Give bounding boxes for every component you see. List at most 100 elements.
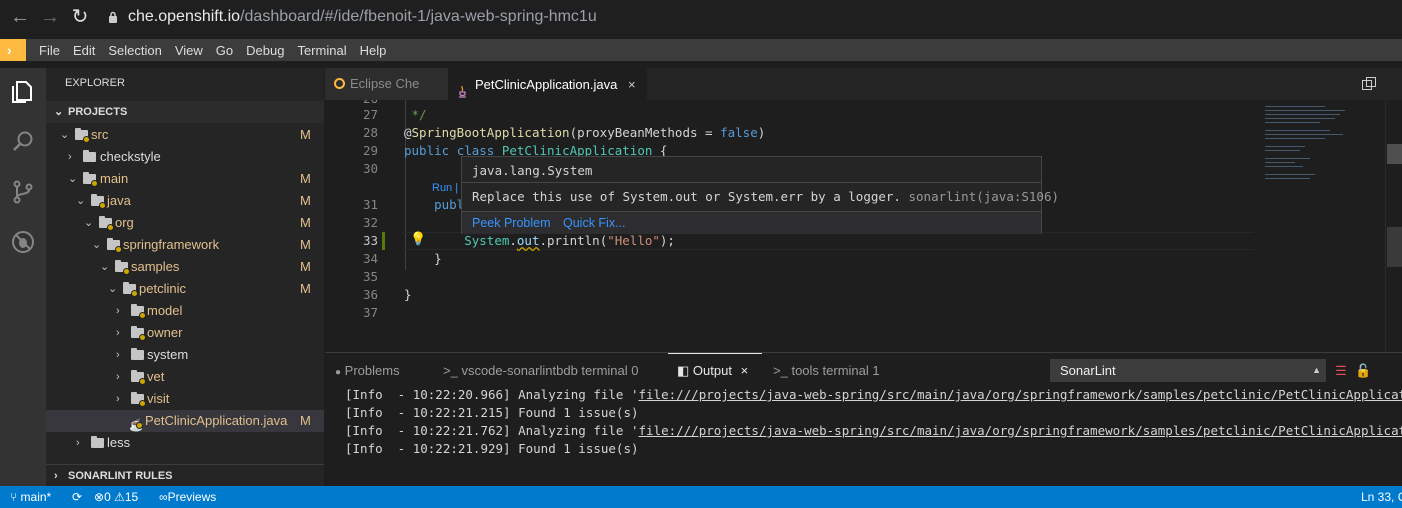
code-line-println: System.out.println("Hello"); <box>464 233 675 248</box>
output-channel-select[interactable]: SonarLint ▲ <box>1050 359 1326 382</box>
explorer-sidebar: EXPLORER ⌄ PROJECTS ⌄ src M › checkstyle ⌄ ma… <box>46 68 324 486</box>
warning-dot-icon <box>139 400 146 407</box>
lock-icon <box>108 11 118 23</box>
modified-line-marker <box>382 232 385 250</box>
activity-bar <box>0 68 46 486</box>
code-line: } <box>404 287 412 302</box>
code-line: } <box>404 251 442 266</box>
chevron-right-icon: › <box>116 393 120 405</box>
line-number: 35 <box>362 269 378 284</box>
output-icon: ◧ <box>677 363 690 378</box>
tree-item-springframework[interactable]: ⌄ springframework M <box>46 234 324 256</box>
quick-fix-link[interactable]: Quick Fix... <box>563 216 626 230</box>
sync-icon[interactable]: ⟳ <box>72 486 82 508</box>
code-editor[interactable]: 26 * 27 */ 28 @SpringBootApplication(pro… <box>325 100 1385 352</box>
tree-item-org[interactable]: ⌄ org M <box>46 212 324 234</box>
tab-tools-terminal[interactable]: >_ tools terminal 1 <box>773 363 880 378</box>
menu-edit[interactable]: Edit <box>73 43 95 58</box>
che-logo-icon: › <box>0 39 26 61</box>
explorer-title: EXPLORER <box>65 77 125 89</box>
tree-item-vet[interactable]: › vet <box>46 366 324 388</box>
chevron-right-icon: › <box>116 349 120 361</box>
warning-icon: ⚠ <box>114 490 125 504</box>
tree-item-java[interactable]: ⌄ java M <box>46 190 324 212</box>
split-editor-icon[interactable] <box>1361 76 1377 92</box>
menu-debug[interactable]: Debug <box>246 43 284 58</box>
tree-item-samples[interactable]: ⌄ samples M <box>46 256 324 278</box>
minimap[interactable] <box>1255 100 1385 270</box>
source-control-icon[interactable] <box>9 178 37 206</box>
error-icon: ⊗ <box>94 490 105 504</box>
menu-view[interactable]: View <box>175 43 203 58</box>
tab-eclipse-che[interactable]: Eclipse Che <box>325 68 448 100</box>
folder-icon <box>91 436 104 448</box>
line-number: 31 <box>362 197 378 212</box>
menu-terminal[interactable]: Terminal <box>297 43 346 58</box>
output-line: [Info - 10:22:21.215] Found 1 issue(s) <box>345 405 639 420</box>
scrollbar-thumb[interactable] <box>1387 144 1402 164</box>
chevron-right-icon: › <box>116 371 120 383</box>
cursor-position[interactable]: Ln 33, C <box>1361 486 1402 508</box>
che-icon <box>334 78 345 89</box>
tab-problems[interactable]: ● Problems <box>335 363 400 378</box>
close-output-icon[interactable]: × <box>741 363 749 378</box>
chevron-down-icon: ⌄ <box>76 195 86 207</box>
peek-problem-link[interactable]: Peek Problem <box>472 216 551 230</box>
warning-dot-icon <box>115 246 122 253</box>
code-line: */ <box>404 107 427 122</box>
explorer-icon[interactable] <box>9 78 37 106</box>
chevron-down-icon: ⌄ <box>84 217 94 229</box>
tree-item-less[interactable]: › less <box>46 432 324 454</box>
problems-count[interactable]: ⊗0 ⚠15 <box>94 486 138 508</box>
previews-button[interactable]: ∞Previews <box>159 486 216 508</box>
warning-dot-icon <box>91 180 98 187</box>
close-tab-icon[interactable]: × <box>628 69 636 101</box>
info-icon: ● <box>335 367 342 378</box>
tab-sonarlint-terminal[interactable]: >_ vscode-sonarlintbdb terminal 0 <box>443 363 639 378</box>
menu-go[interactable]: Go <box>216 43 233 58</box>
code-line-annotation: @SpringBootApplication(proxyBeanMethods … <box>404 125 766 140</box>
warning-dot-icon <box>139 334 146 341</box>
debug-icon[interactable] <box>9 228 37 256</box>
tree-item-src[interactable]: ⌄ src M <box>46 124 324 146</box>
sonarlint-rules-section-header[interactable]: › SONARLINT RULES <box>46 464 324 486</box>
menu-selection[interactable]: Selection <box>108 43 161 58</box>
tree-item-system[interactable]: › system <box>46 344 324 366</box>
tree-item-main[interactable]: ⌄ main M <box>46 168 324 190</box>
line-number: 32 <box>362 215 378 230</box>
git-branch[interactable]: ⑂ main* <box>10 486 51 508</box>
tree-item-owner[interactable]: › owner <box>46 322 324 344</box>
menu-help[interactable]: Help <box>360 43 387 58</box>
select-arrows-icon: ▲ <box>1312 365 1321 375</box>
chevron-right-icon: › <box>68 151 72 163</box>
tree-item-visit[interactable]: › visit <box>46 388 324 410</box>
forward-arrow-icon[interactable]: → <box>40 7 60 27</box>
hover-message: Replace this use of System.out or System… <box>472 189 1060 204</box>
chevron-down-icon: ⌄ <box>108 283 118 295</box>
address-bar[interactable]: che.openshift.io/dashboard/#/ide/fbenoit… <box>128 8 597 26</box>
warning-dot-icon <box>139 312 146 319</box>
hover-popup: java.lang.System Replace this use of Sys… <box>461 156 1059 234</box>
lock-scroll-icon[interactable]: 🔓 <box>1355 363 1371 379</box>
warning-dot-icon <box>83 136 90 143</box>
line-number: 36 <box>362 287 378 302</box>
clear-output-icon[interactable]: ☰ <box>1333 363 1349 379</box>
editor-scrollbar[interactable] <box>1385 100 1402 352</box>
tree-item-petclinic[interactable]: ⌄ petclinic M <box>46 278 324 300</box>
projects-section-header[interactable]: ⌄ PROJECTS <box>46 101 324 123</box>
tree-item-model[interactable]: › model <box>46 300 324 322</box>
codelens-run[interactable]: Run | <box>432 182 458 194</box>
warning-dot-icon <box>123 268 130 275</box>
scrollbar-thumb[interactable] <box>1387 227 1402 267</box>
tree-item-checkstyle[interactable]: › checkstyle <box>46 146 324 168</box>
folder-icon <box>83 150 96 162</box>
menu-file[interactable]: File <box>39 43 60 58</box>
search-icon[interactable] <box>9 128 37 156</box>
tree-item-petclinicapplication-java[interactable]: ☕PetClinicApplication.javaM <box>46 410 324 432</box>
divider <box>462 182 1041 183</box>
tab-petclinicapplication-java[interactable]: PetClinicApplication.java × <box>448 68 647 100</box>
back-arrow-icon[interactable]: ← <box>10 7 30 27</box>
line-number: 29 <box>362 143 378 158</box>
warning-dot-icon <box>107 224 114 231</box>
reload-icon[interactable]: ↻ <box>70 7 90 27</box>
